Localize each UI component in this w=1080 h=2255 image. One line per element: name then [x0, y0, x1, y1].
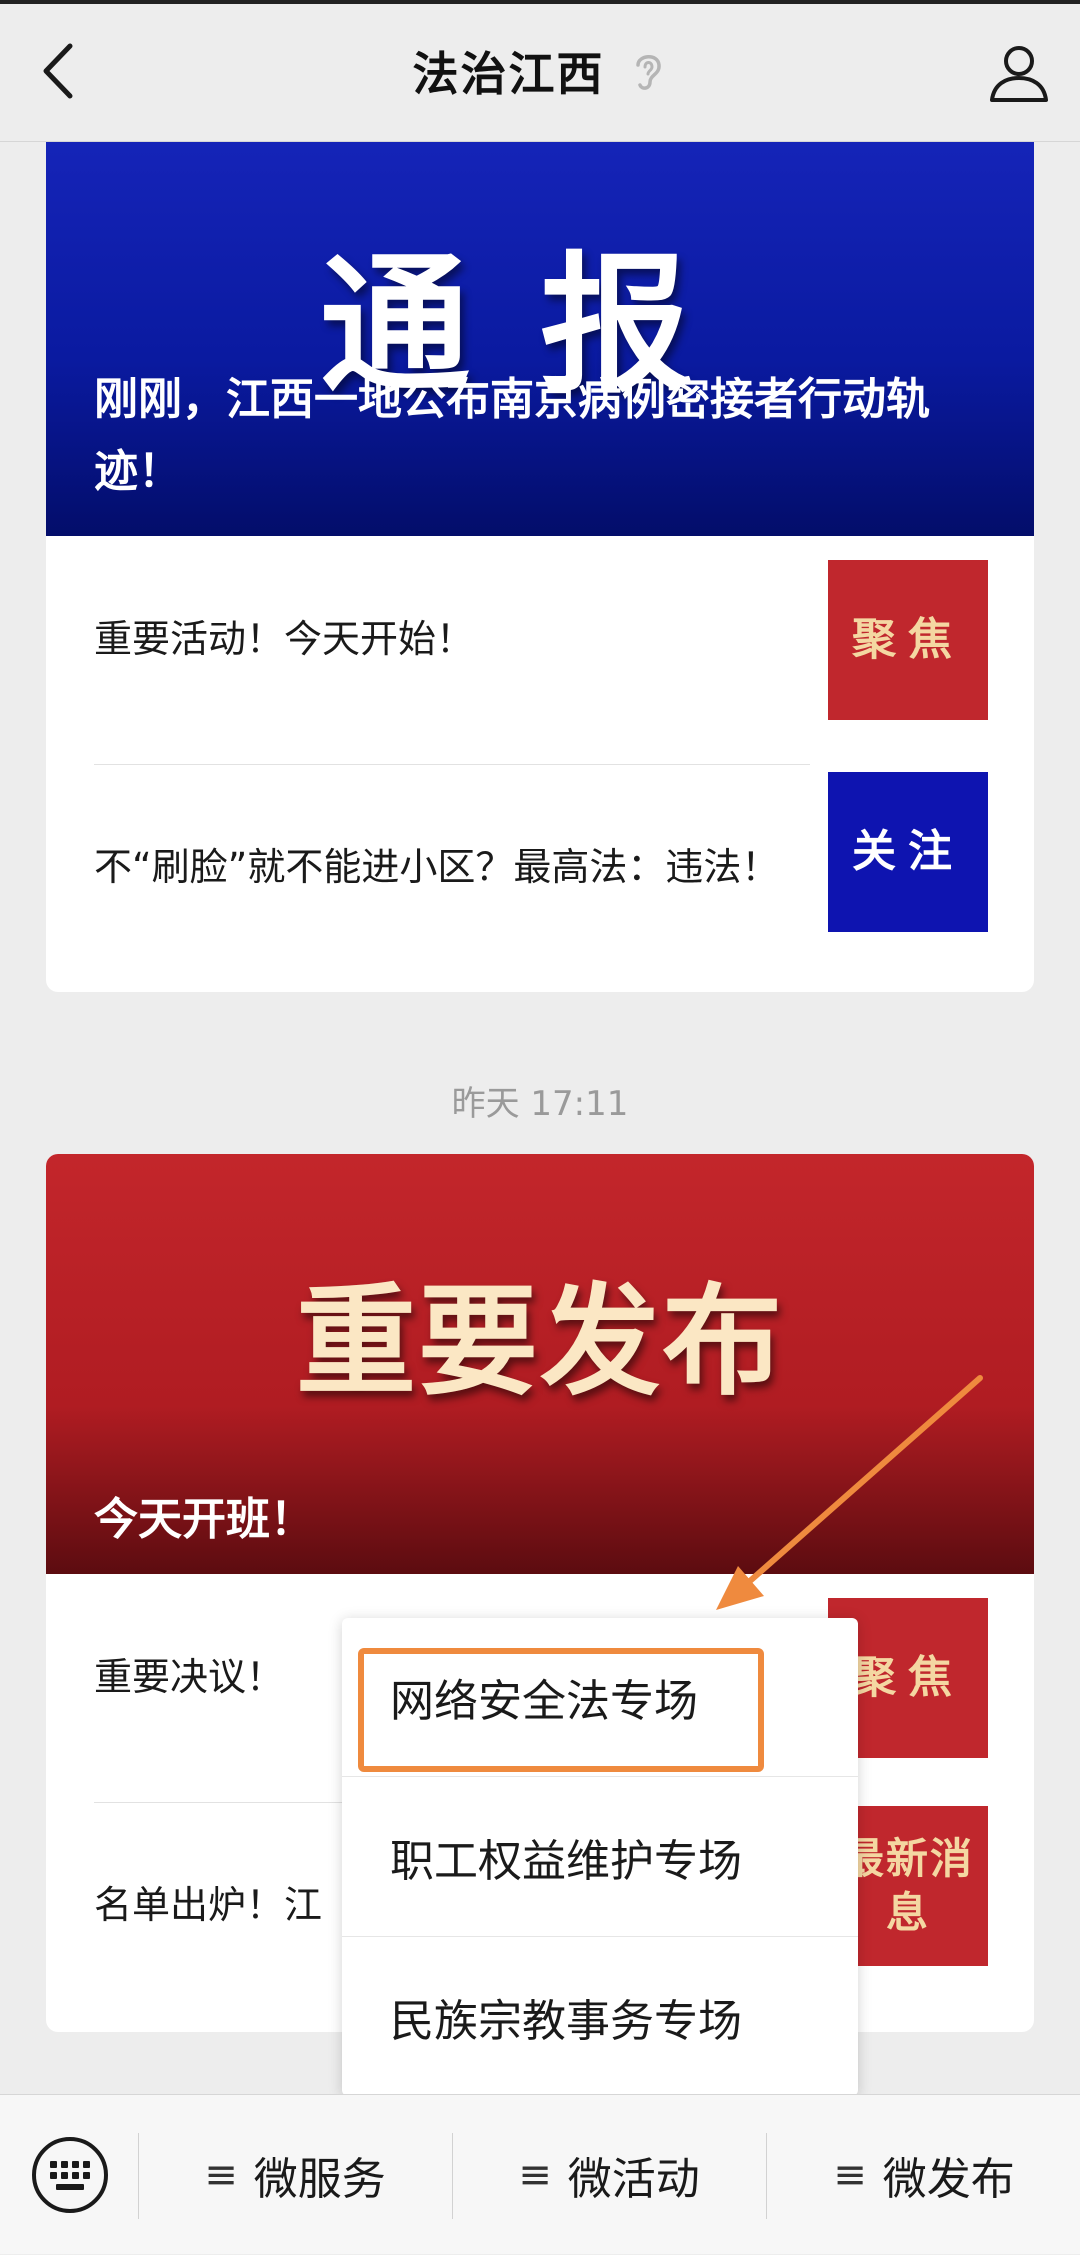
list-item-thumbnail: 关注 — [828, 772, 988, 932]
bottom-menu-bar: ≡ 微服务 ≡ 微活动 ≡ 微发布 — [0, 2094, 1080, 2254]
message-timestamp: 昨天 17:11 — [451, 1084, 629, 1124]
user-icon[interactable] — [986, 40, 1052, 106]
page-title: 法治江西 — [412, 47, 605, 101]
keyboard-icon[interactable] — [30, 2135, 110, 2215]
submenu-item-ethnic-religious-affairs[interactable]: 民族宗教事务专场 — [342, 1938, 858, 2096]
banner-title: 重要发布 — [296, 1273, 784, 1412]
menu-button-services[interactable]: ≡ 微服务 — [140, 2095, 450, 2255]
submenu-item-cybersecurity-law[interactable]: 网络安全法专场 — [342, 1618, 858, 1776]
divider — [342, 1936, 858, 1937]
submenu-item-worker-rights[interactable]: 职工权益维护专场 — [342, 1778, 858, 1936]
divider — [342, 1776, 858, 1777]
menu-label: 微发布 — [882, 2154, 1015, 2205]
ear-icon[interactable] — [628, 49, 668, 93]
divider — [766, 2133, 767, 2219]
article-headline[interactable]: 刚刚，江西一地公布南京病例密接者行动轨迹！ — [94, 364, 994, 508]
menu-lines-icon: ≡ — [204, 2152, 238, 2198]
article-banner-2[interactable]: 重要发布 今天开班！ — [46, 1154, 1034, 1574]
divider — [138, 2133, 139, 2219]
menu-button-activities[interactable]: ≡ 微活动 — [454, 2095, 764, 2255]
list-item[interactable]: 不“刷脸”就不能进小区？最高法：违法！ 关注 — [46, 764, 1034, 970]
list-item-title: 重要活动！今天开始！ — [94, 617, 475, 661]
menu-button-releases[interactable]: ≡ 微发布 — [768, 2095, 1080, 2255]
menu-lines-icon: ≡ — [833, 2152, 867, 2198]
list-item[interactable]: 重要活动！今天开始！ 聚焦 — [46, 536, 1034, 742]
menu-lines-icon: ≡ — [518, 2152, 552, 2198]
list-item-title: 不“刷脸”就不能进小区？最高法：违法！ — [94, 845, 780, 889]
menu-label: 微活动 — [567, 2154, 700, 2205]
top-navigation-bar: 法治江西 — [0, 0, 1080, 142]
article-headline[interactable]: 今天开班！ — [94, 1484, 994, 1556]
title-container: 法治江西 — [0, 38, 1080, 104]
article-card-1: 通报 刚刚，江西一地公布南京病例密接者行动轨迹！ 重要活动！今天开始！ 聚焦 不… — [46, 142, 1034, 992]
menu-label: 微服务 — [253, 2154, 386, 2205]
divider — [452, 2133, 453, 2219]
list-item-thumbnail: 聚焦 — [828, 560, 988, 720]
article-banner-1[interactable]: 通报 刚刚，江西一地公布南京病例密接者行动轨迹！ — [46, 142, 1034, 536]
status-strip — [0, 0, 1080, 4]
submenu-popup: 网络安全法专场 职工权益维护专场 民族宗教事务专场 — [342, 1618, 858, 2096]
